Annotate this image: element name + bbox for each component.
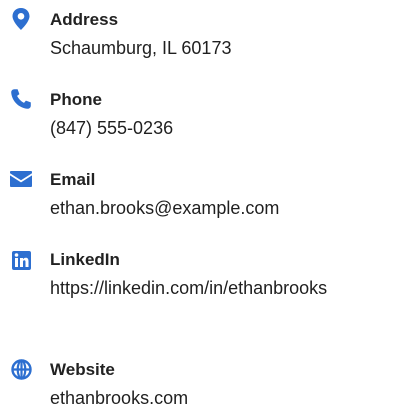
contact-list: Address Schaumburg, IL 60173 Phone (847)… bbox=[0, 0, 403, 418]
phone-value[interactable]: (847) 555-0236 bbox=[50, 113, 396, 143]
contact-item-address: Address Schaumburg, IL 60173 bbox=[0, 8, 403, 68]
address-value: Schaumburg, IL 60173 bbox=[50, 38, 232, 58]
contact-item-linkedin: LinkedIn https://linkedin.com/in/ethanbr… bbox=[0, 248, 403, 340]
linkedin-label: LinkedIn bbox=[50, 250, 120, 269]
address-label: Address bbox=[50, 10, 119, 29]
contact-item-website: Website ethanbrooks.com bbox=[0, 358, 403, 418]
website-value[interactable]: ethanbrooks.com bbox=[50, 383, 396, 413]
phone-label: Phone bbox=[50, 90, 102, 109]
email-label: Email bbox=[50, 170, 96, 189]
email-value[interactable]: ethan.brooks@example.com bbox=[50, 193, 396, 223]
website-label: Website bbox=[50, 360, 115, 379]
envelope-icon bbox=[10, 168, 32, 190]
linkedin-value[interactable]: https://linkedin.com/in/ethanbrooks bbox=[50, 273, 396, 303]
globe-icon bbox=[10, 358, 32, 380]
contact-item-phone: Phone (847) 555-0236 bbox=[0, 88, 403, 148]
linkedin-icon bbox=[10, 249, 32, 271]
phone-icon bbox=[10, 88, 32, 110]
contact-item-email: Email ethan.brooks@example.com bbox=[0, 168, 403, 228]
location-pin-icon bbox=[10, 8, 32, 30]
